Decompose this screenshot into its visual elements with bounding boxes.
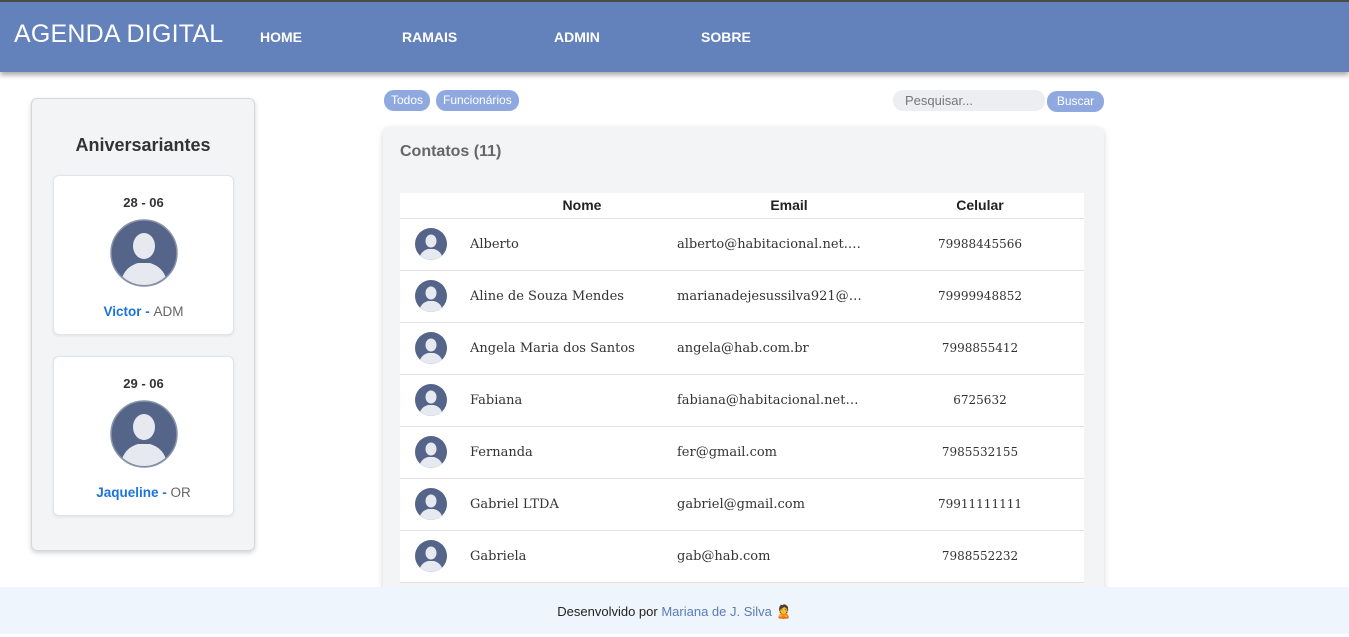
search-button[interactable]: Buscar bbox=[1047, 91, 1104, 112]
footer-prefix: Desenvolvido por bbox=[557, 604, 658, 619]
birthday-role: OR bbox=[170, 485, 191, 500]
nav-admin[interactable]: ADMIN bbox=[554, 29, 600, 45]
contact-phone: 79999948852 bbox=[938, 289, 1022, 303]
birthday-date: 29 - 06 bbox=[123, 376, 164, 391]
column-header-nome: Nome bbox=[562, 197, 602, 213]
contact-email: angela@hab.com.br bbox=[677, 341, 809, 356]
table-body: Alberto alberto@habitacional.net.br 799884… bbox=[400, 219, 1084, 583]
birthday-person: Victor - ADM bbox=[54, 304, 233, 319]
user-avatar-icon bbox=[110, 400, 178, 468]
contact-name: Aline de Souza Mendes bbox=[470, 289, 624, 304]
table-header: Nome Email Celular bbox=[400, 193, 1084, 219]
user-avatar-icon bbox=[415, 280, 447, 312]
user-avatar-icon bbox=[110, 219, 178, 287]
contact-phone: 7998855412 bbox=[941, 341, 1019, 355]
birthday-person: Jaqueline - OR bbox=[54, 485, 233, 500]
contact-email: marianadejesussilva921@g... bbox=[677, 289, 862, 304]
user-avatar-icon bbox=[415, 488, 447, 520]
contact-name: Fabiana bbox=[470, 393, 523, 408]
contacts-table: Nome Email Celular Alberto alberto@habita… bbox=[400, 193, 1084, 583]
birthday-role: ADM bbox=[153, 304, 184, 319]
contact-name: Gabriel LTDA bbox=[470, 497, 559, 512]
user-avatar-icon bbox=[415, 228, 447, 260]
table-row[interactable]: Gabriel LTDA gabriel@gmail.com 79911111111 bbox=[400, 479, 1084, 531]
nav-sobre[interactable]: SOBRE bbox=[701, 29, 751, 45]
search-input[interactable] bbox=[893, 90, 1045, 111]
birthday-name[interactable]: Jaqueline - bbox=[96, 485, 170, 500]
birthday-name[interactable]: Victor - bbox=[103, 304, 153, 319]
contact-phone: 6725632 bbox=[953, 393, 1007, 407]
contact-email: fabiana@habitacional.net.br bbox=[677, 393, 862, 408]
birthdays-panel: Aniversariantes 28 - 06 Victor - ADM 29 … bbox=[31, 98, 255, 551]
birthday-card: 29 - 06 Jaqueline - OR bbox=[53, 356, 234, 516]
table-row[interactable]: Angela Maria dos Santos angela@hab.com.br… bbox=[400, 323, 1084, 375]
contact-email: alberto@habitacional.net.br bbox=[677, 237, 862, 252]
footer: Desenvolvido por Mariana de J. Silva 🙎 bbox=[0, 587, 1349, 634]
table-row[interactable]: Fabiana fabiana@habitacional.net.br 672563… bbox=[400, 375, 1084, 427]
user-avatar-icon bbox=[415, 384, 447, 416]
table-row[interactable]: Gabriela gab@hab.com 7988552232 bbox=[400, 531, 1084, 583]
column-header-celular: Celular bbox=[956, 197, 1004, 213]
nav-ramais[interactable]: RAMAIS bbox=[402, 29, 457, 45]
top-navbar: AGENDA DIGITAL HOME RAMAIS ADMIN SOBRE bbox=[0, 0, 1349, 72]
contact-email: fer@gmail.com bbox=[677, 445, 778, 460]
birthday-date: 28 - 06 bbox=[123, 195, 164, 210]
contacts-panel: Contatos (11) Nome Email Celular Alberto… bbox=[383, 127, 1104, 597]
contact-email: gabriel@gmail.com bbox=[677, 497, 805, 512]
contacts-title: Contatos (11) bbox=[400, 143, 502, 160]
column-header-email: Email bbox=[770, 197, 808, 213]
contact-phone: 7985532155 bbox=[941, 445, 1019, 459]
contact-name: Alberto bbox=[470, 237, 519, 252]
birthdays-title: Aniversariantes bbox=[75, 135, 211, 155]
table-row[interactable]: Aline de Souza Mendes marianadejesussilva… bbox=[400, 271, 1084, 323]
contact-phone: 7988552232 bbox=[941, 549, 1019, 563]
filter-all-button[interactable]: Todos bbox=[384, 90, 431, 111]
contact-name: Fernanda bbox=[470, 445, 533, 460]
table-row[interactable]: Fernanda fer@gmail.com 7985532155 bbox=[400, 427, 1084, 479]
contact-name: Angela Maria dos Santos bbox=[470, 341, 635, 356]
user-avatar-icon bbox=[415, 332, 447, 364]
contact-name: Gabriela bbox=[470, 549, 527, 564]
birthday-card: 28 - 06 Victor - ADM bbox=[53, 175, 234, 335]
contact-phone: 79911111111 bbox=[938, 497, 1022, 511]
contact-phone: 79988445566 bbox=[938, 237, 1022, 251]
nav-home[interactable]: HOME bbox=[260, 29, 302, 45]
contact-email: gab@hab.com bbox=[677, 549, 771, 564]
brand-logo[interactable]: AGENDA DIGITAL bbox=[14, 20, 223, 49]
footer-author-link[interactable]: Mariana de J. Silva bbox=[661, 604, 772, 619]
user-avatar-icon bbox=[415, 540, 447, 572]
filter-staff-button[interactable]: Funcionários bbox=[436, 90, 519, 111]
user-avatar-icon bbox=[415, 436, 447, 468]
table-row[interactable]: Alberto alberto@habitacional.net.br 799884… bbox=[400, 219, 1084, 271]
footer-emoji: 🙎 bbox=[775, 604, 792, 619]
